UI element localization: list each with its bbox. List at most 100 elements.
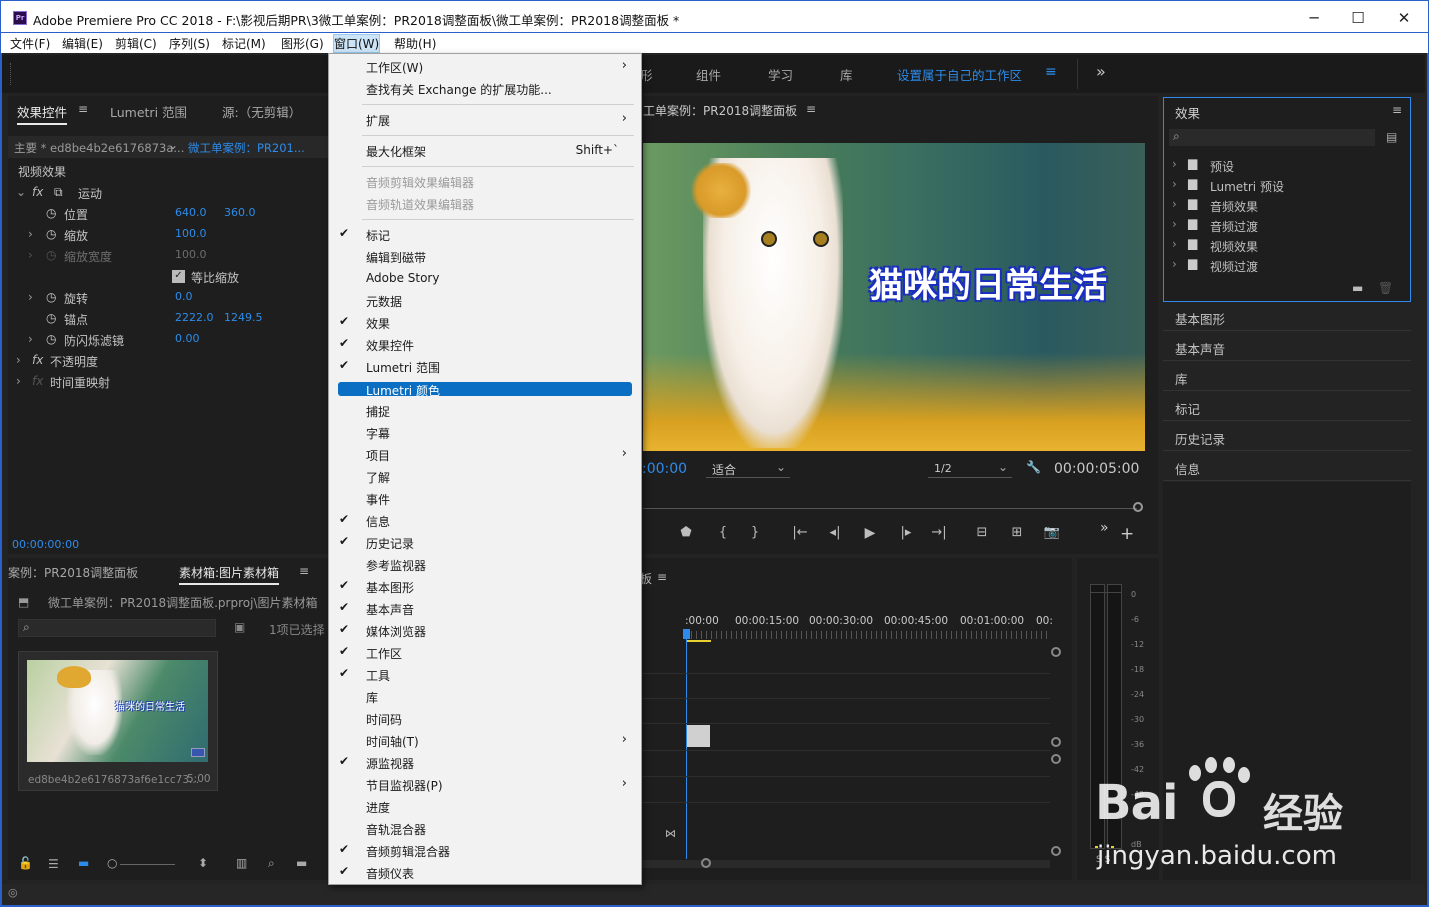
menu-item-tools[interactable]: ✔ 工具 [329, 664, 641, 686]
effects-item-video-effects[interactable]: › ▆ 视频效果 [1166, 236, 1406, 255]
menu-item-metadata[interactable]: 元数据 [329, 290, 641, 312]
new-bin-icon[interactable]: ▣ [234, 620, 245, 634]
tab-lumetri-scopes[interactable]: Lumetri 范围 [110, 102, 187, 121]
menu-item-markers[interactable]: ✔ 标记 [329, 224, 641, 246]
list-view-icon[interactable]: ☰ [48, 857, 59, 871]
automate-icon[interactable]: ▥ [236, 856, 247, 870]
zoom-slider-knob-icon[interactable]: ○ [107, 856, 117, 870]
add-button-icon[interactable]: + [1120, 524, 1134, 544]
menu-item-source-monitor[interactable]: ✔ 源监视器 [329, 752, 641, 774]
rotation-value[interactable]: 0.0 [175, 290, 193, 303]
maximize-button[interactable]: ☐ [1335, 7, 1381, 29]
add-marker-icon[interactable]: ⬟ [676, 525, 696, 540]
menu-item-workspaces[interactable]: 工作区(W) › [329, 56, 641, 78]
timeline-clip[interactable] [687, 725, 710, 747]
v-scroll-handle[interactable] [1051, 737, 1061, 747]
menu-item-adobe-story[interactable]: Adobe Story [329, 268, 641, 290]
close-button[interactable]: ✕ [1381, 7, 1427, 29]
workspace-menu-icon[interactable]: ≡ [1045, 64, 1057, 80]
side-panel-libraries[interactable]: 库 [1163, 362, 1411, 391]
scale-value[interactable]: 100.0 [175, 227, 207, 240]
uniform-scale-checkbox[interactable]: ✓ [172, 270, 185, 283]
playhead-handle[interactable] [683, 629, 690, 639]
menu-item-timelines[interactable]: 时间轴(T) › [329, 730, 641, 752]
tab-project[interactable]: 案例：PR2018调整面板 [8, 564, 138, 581]
tab-menu-icon[interactable]: ≡ [806, 102, 816, 116]
flicker-value[interactable]: 0.00 [175, 332, 200, 345]
effects-item-audio-transitions[interactable]: › ▆ 音频过渡 [1166, 216, 1406, 235]
new-bin-icon[interactable]: ▬ [1352, 281, 1363, 295]
menu-file[interactable]: 文件(F) [10, 35, 50, 52]
play-icon[interactable]: ▶ [860, 525, 880, 541]
v-scroll-handle[interactable] [1051, 846, 1061, 856]
bin-up-icon[interactable]: ⬒ [18, 595, 29, 609]
menu-item-libraries[interactable]: 库 [329, 686, 641, 708]
menu-marker[interactable]: 标记(M) [222, 35, 266, 52]
zoom-fit-icon[interactable]: ⋈ [665, 827, 676, 840]
menu-item-captions[interactable]: 字幕 [329, 422, 641, 444]
side-panel-history[interactable]: 历史记录 [1163, 422, 1411, 451]
menu-item-audio-track-mixer[interactable]: 音轨混合器 [329, 818, 641, 840]
mark-in-icon[interactable]: { [713, 525, 733, 540]
chevron-down-icon[interactable]: ⌄ [168, 138, 178, 152]
wrench-icon[interactable]: 🔧 [1026, 460, 1041, 474]
more-controls-icon[interactable]: » [1100, 520, 1109, 536]
menu-item-info[interactable]: ✔ 信息 [329, 510, 641, 532]
menu-item-lumetri-color[interactable]: Lumetri 颜色 [329, 380, 641, 402]
menu-clip[interactable]: 剪辑(C) [115, 35, 157, 52]
tab-source[interactable]: 源:（无剪辑） [222, 102, 301, 121]
video-frame[interactable]: 猫咪的日常生活 [643, 143, 1145, 451]
delete-icon[interactable]: 🗑 [1378, 281, 1393, 295]
menu-item-edit-to-tape[interactable]: 编辑到磁带 [329, 246, 641, 268]
effects-item-audio-effects[interactable]: › ▆ 音频效果 [1166, 196, 1406, 215]
position-x-value[interactable]: 640.0 [175, 206, 207, 219]
tab-menu-icon[interactable]: ≡ [657, 570, 667, 584]
menu-item-workspace[interactable]: ✔ 工作区 [329, 642, 641, 664]
icon-view-icon[interactable]: ▬ [78, 856, 89, 870]
side-panel-info[interactable]: 信息 [1163, 452, 1411, 481]
program-timecode[interactable]: :00:00 [642, 461, 687, 477]
workspace-tab-library[interactable]: 库 [840, 65, 853, 84]
v-scroll-handle[interactable] [1051, 647, 1061, 657]
tab-menu-icon[interactable]: ≡ [78, 102, 88, 116]
extract-icon[interactable]: ⊞ [1007, 525, 1027, 540]
h-scroll-handle[interactable] [701, 858, 711, 868]
menu-item-extensions[interactable]: 扩展 › [329, 109, 641, 131]
menu-item-learn[interactable]: 了解 [329, 466, 641, 488]
resolution-dropdown[interactable]: 1/2 ⌄ [928, 460, 1012, 478]
menu-item-essential-graphics[interactable]: ✔ 基本图形 [329, 576, 641, 598]
zoom-slider[interactable] [120, 864, 175, 865]
workspace-tab-assembly[interactable]: 组件 [696, 65, 721, 84]
anchor-y-value[interactable]: 1249.5 [224, 311, 263, 324]
mark-out-icon[interactable]: } [745, 525, 765, 540]
time-ruler[interactable] [686, 631, 1050, 639]
menu-window[interactable]: 窗口(W) [332, 34, 381, 53]
program-monitor-title[interactable]: 工单案例：PR2018调整面板 [643, 102, 797, 119]
go-to-out-icon[interactable]: →| [929, 525, 949, 540]
panel-menu-icon[interactable]: ≡ [1392, 103, 1402, 117]
menu-item-audio-meters[interactable]: ✔ 音频仪表 [329, 862, 641, 884]
menu-item-events[interactable]: 事件 [329, 488, 641, 510]
menu-edit[interactable]: 编辑(E) [62, 35, 103, 52]
export-frame-icon[interactable]: 📷 [1042, 525, 1062, 540]
new-preset-icon[interactable]: ▤ [1386, 130, 1397, 144]
menu-item-capture[interactable]: 捕捉 [329, 400, 641, 422]
v-scroll-handle[interactable] [1051, 754, 1061, 764]
side-panel-markers[interactable]: 标记 [1163, 392, 1411, 421]
effects-panel-title[interactable]: 效果 [1175, 103, 1200, 122]
anchor-x-value[interactable]: 2222.0 [175, 311, 214, 324]
effects-item-video-transitions[interactable]: › ▆ 视频过渡 [1166, 256, 1406, 275]
menu-item-essential-sound[interactable]: ✔ 基本声音 [329, 598, 641, 620]
go-to-in-icon[interactable]: |← [790, 525, 810, 540]
menu-item-effect-controls[interactable]: ✔ 效果控件 [329, 334, 641, 356]
opacity-row[interactable]: › fx 不透明度 [8, 350, 324, 371]
side-panel-essential-sound[interactable]: 基本声音 [1163, 332, 1411, 361]
clip-card[interactable]: 猫咪的日常生活 ed8be4b2e6176873af6e1cc73... 5:0… [18, 651, 218, 791]
menu-item-maximize-frame[interactable]: 最大化框架 Shift+` [329, 140, 641, 162]
menu-item-audio-clip-mixer[interactable]: ✔ 音频剪辑混合器 [329, 840, 641, 862]
playhead-scrubber[interactable] [643, 508, 1137, 509]
menu-item-history[interactable]: ✔ 历史记录 [329, 532, 641, 554]
bin-search-input[interactable]: ⌕ [18, 619, 216, 637]
lock-icon[interactable]: 🔓 [18, 856, 33, 870]
find-icon[interactable]: ⌕ [268, 856, 275, 871]
